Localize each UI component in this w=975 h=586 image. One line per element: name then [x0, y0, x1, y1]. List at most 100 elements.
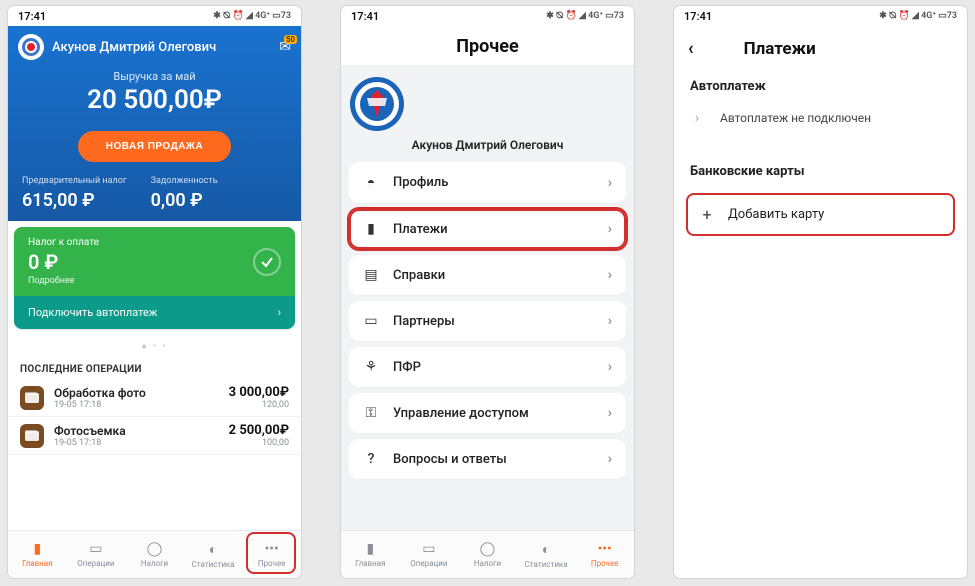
topay-label: Налог к оплате [28, 237, 99, 248]
nav-taxes[interactable]: ◯Налоги [458, 531, 517, 578]
chevron-right-icon: › [608, 313, 612, 329]
autopay-link-row[interactable]: Подключить автоплатеж › [14, 296, 295, 329]
autopay-row[interactable]: › Автоплатеж не подключен [674, 100, 967, 136]
page-header: ‹ Платежи [674, 26, 967, 71]
paid-check-icon [253, 248, 281, 276]
menu-pfr[interactable]: ⚘ПФР› [349, 347, 626, 387]
revenue-amount: 20 500,00₽ [8, 85, 301, 115]
op-title: Обработка фото [54, 386, 219, 400]
user-header[interactable]: Акунов Дмитрий Олегович ✉50 [8, 26, 301, 64]
menu-partners[interactable]: ▭Партнеры› [349, 301, 626, 341]
menu-profile[interactable]: ◓Профиль› [349, 162, 626, 203]
add-card-button[interactable]: + Добавить карту [686, 193, 955, 236]
page-title: Платежи [744, 39, 816, 59]
chevron-right-icon: › [608, 267, 612, 283]
menu-faq[interactable]: ?Вопросы и ответы› [349, 439, 626, 479]
nav-home[interactable]: ▮Главная [341, 531, 400, 578]
status-time: 17:41 [351, 10, 379, 23]
status-indicators: ✱ ⦰ ⏰ ◢ 4G⁺ ▭73 [546, 11, 624, 21]
more-icon: ••• [265, 541, 279, 557]
mail-icon[interactable]: ✉50 [279, 39, 291, 55]
add-card-label: Добавить карту [728, 207, 824, 222]
person-icon: ◓ [363, 174, 379, 191]
wallet-icon [20, 424, 44, 448]
pie-icon: ◐ [542, 541, 550, 558]
wallet-icon [20, 386, 44, 410]
status-bar: 17:41 ✱ ⦰ ⏰ ◢ 4G⁺ ▭73 [8, 6, 301, 26]
op-tax: 100,00 [229, 438, 289, 448]
wallet-icon: ▮ [363, 221, 379, 237]
details-link[interactable]: Подробнее [28, 276, 99, 286]
new-sale-button[interactable]: НОВАЯ ПРОДАЖА [78, 131, 231, 162]
nav-more[interactable]: •••Прочее [242, 531, 301, 578]
briefcase-icon: ▮ [366, 541, 374, 557]
briefcase-icon: ▮ [33, 541, 41, 557]
blue-panel: Акунов Дмитрий Олегович ✉50 Выручка за м… [8, 26, 301, 221]
last-ops-header: ПОСЛЕДНИЕ ОПЕРАЦИИ [8, 360, 301, 379]
pretax-value: 615,00 ₽ [22, 190, 127, 211]
debt-col: Задолженность 0,00 ₽ [151, 176, 218, 211]
op-tax: 120,00 [229, 400, 289, 410]
tax-card[interactable]: Налог к оплате 0 ₽ Подробнее Подключить … [14, 227, 295, 329]
section-cards: Банковские карты [674, 156, 967, 185]
op-row[interactable]: Обработка фото 19-05 17:18 3 000,00₽ 120… [8, 379, 301, 417]
nav-stats[interactable]: ◐Статистика [517, 531, 576, 578]
wallet-icon: ▭ [89, 541, 102, 557]
coins-icon: ◯ [480, 541, 496, 557]
nav-taxes[interactable]: ◯Налоги [125, 531, 184, 578]
bottom-nav: ▮Главная ▭Операции ◯Налоги ◐Статистика •… [341, 530, 634, 578]
debt-label: Задолженность [151, 176, 218, 186]
nav-more[interactable]: •••Прочее [575, 531, 634, 578]
section-autopay: Автоплатеж [674, 71, 967, 100]
chevron-right-icon: › [608, 405, 612, 421]
emblem-icon [349, 76, 405, 132]
help-icon: ? [363, 451, 379, 467]
emblem-icon [18, 34, 44, 60]
topay-value: 0 ₽ [28, 250, 99, 274]
status-indicators: ✱ ⦰ ⏰ ◢ 4G⁺ ▭73 [213, 11, 291, 21]
revenue-label: Выручка за май [8, 70, 301, 83]
screen-payments: 17:41 ✱ ⦰ ⏰ ◢ 4G⁺ ▭73 ‹ Платежи Автоплат… [674, 6, 967, 578]
autopay-link-label: Подключить автоплатеж [28, 306, 157, 319]
nav-ops[interactable]: ▭Операции [400, 531, 459, 578]
menu-certs[interactable]: ▤Справки› [349, 255, 626, 295]
coins-icon: ◯ [147, 541, 163, 557]
tax-summary: Предварительный налог 615,00 ₽ Задолженн… [8, 176, 301, 221]
key-icon: ⚿ [363, 405, 379, 421]
op-sub: 19-05 17:18 [54, 438, 219, 448]
autopay-status: Автоплатеж не подключен [720, 111, 871, 125]
chevron-right-icon: › [608, 175, 612, 191]
op-sub: 19-05 17:18 [54, 400, 219, 410]
pretax-col: Предварительный налог 615,00 ₽ [22, 176, 127, 211]
status-bar: 17:41 ✱ ⦰ ⏰ ◢ 4G⁺ ▭73 [341, 6, 634, 26]
status-time: 17:41 [684, 10, 712, 23]
page-title: Прочее [341, 26, 634, 66]
nav-ops[interactable]: ▭Операции [67, 531, 126, 578]
screen-more: 17:41 ✱ ⦰ ⏰ ◢ 4G⁺ ▭73 Прочее Акунов Дмит… [341, 6, 634, 578]
screen-main: 17:41 ✱ ⦰ ⏰ ◢ 4G⁺ ▭73 Акунов Дмитрий Оле… [8, 6, 301, 578]
mail-count-badge: 50 [284, 35, 297, 44]
status-time: 17:41 [18, 10, 46, 23]
nav-home[interactable]: ▮Главная [8, 531, 67, 578]
op-row[interactable]: Фотосъемка 19-05 17:18 2 500,00₽ 100,00 [8, 417, 301, 455]
status-bar: 17:41 ✱ ⦰ ⏰ ◢ 4G⁺ ▭73 [674, 6, 967, 26]
op-amount: 3 000,00₽ [229, 385, 289, 400]
pager-dots: ● • • [8, 335, 301, 360]
briefcase-icon: ▭ [363, 313, 379, 329]
pension-icon: ⚘ [363, 359, 379, 375]
back-button[interactable]: ‹ [688, 38, 694, 59]
plus-icon: + [700, 205, 714, 224]
wallet-icon: ▭ [422, 541, 435, 557]
op-title: Фотосъемка [54, 424, 219, 438]
chevron-right-icon: › [278, 306, 281, 319]
nav-stats[interactable]: ◐Статистика [184, 531, 243, 578]
chevron-right-icon: › [608, 221, 612, 237]
chevron-right-icon: › [608, 451, 612, 467]
op-amount: 2 500,00₽ [229, 423, 289, 438]
tax-card-main[interactable]: Налог к оплате 0 ₽ Подробнее [14, 227, 295, 296]
menu-payments[interactable]: ▮Платежи› [349, 209, 626, 249]
more-body: Акунов Дмитрий Олегович ◓Профиль› ▮Плате… [341, 66, 634, 530]
menu-access[interactable]: ⚿Управление доступом› [349, 393, 626, 433]
bottom-nav: ▮Главная ▭Операции ◯Налоги ◐Статистика •… [8, 530, 301, 578]
user-name: Акунов Дмитрий Олегович [52, 40, 216, 55]
